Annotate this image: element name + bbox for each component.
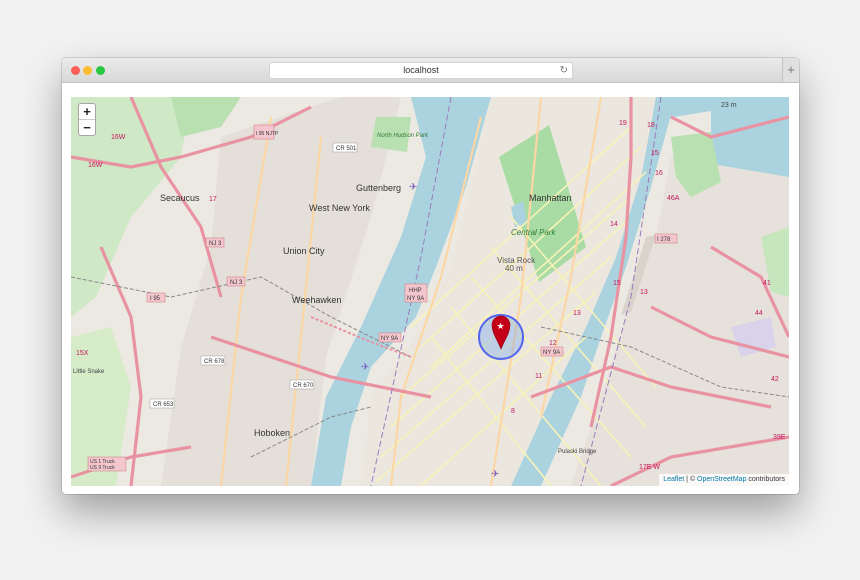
num-19: 19 [619, 120, 627, 127]
airplane-icon: ✈ [409, 182, 417, 193]
exit-16w-2: 16W [88, 162, 103, 169]
exit-46a: 46A [667, 195, 680, 202]
label-secaucus: Secaucus [160, 193, 200, 203]
new-tab-button[interactable]: + [782, 58, 799, 82]
num-8: 8 [511, 408, 515, 415]
attribution-separator: | © [684, 476, 698, 483]
close-window-button[interactable] [71, 66, 80, 75]
label-west-new-york: West New York [309, 203, 370, 213]
label-elev-23: 23 m [721, 102, 737, 109]
label-pulaski-bridge: Pulaski Bridge [558, 449, 597, 455]
shield-i95: I 95 [150, 296, 161, 302]
shield-ny9a-2: NY 9A [381, 336, 398, 342]
label-union-city: Union City [283, 246, 325, 256]
airplane-icon: ✈ [361, 362, 369, 373]
address-text: localhost [403, 65, 439, 75]
exit-16w: 16W [111, 134, 126, 141]
label-manhattan: Manhattan [529, 193, 572, 203]
shield-cr670: CR 670 [293, 383, 314, 389]
label-weehawken: Weehawken [292, 295, 341, 305]
shield-nj3-b: NJ 3 [230, 280, 243, 286]
shield-ny9a-3: NY 9A [543, 350, 560, 356]
shield-us9: US 9 Truck [90, 465, 115, 471]
attribution-suffix: contributors [746, 476, 785, 483]
exit-44: 44 [755, 310, 763, 317]
exit-42: 42 [771, 376, 779, 383]
num-13: 13 [573, 310, 581, 317]
openstreetmap-link[interactable]: OpenStreetMap [697, 476, 746, 483]
maximize-window-button[interactable] [96, 66, 105, 75]
exit-39: 39E [773, 434, 786, 441]
shield-hhp: HHP [409, 288, 422, 294]
shield-cr678: CR 678 [204, 359, 225, 365]
map-tiles: Secaucus Guttenberg West New York Union … [71, 97, 789, 486]
label-central-park: Central Park [511, 228, 556, 237]
num-41: 41 [763, 280, 771, 287]
airplane-icon: ✈ [491, 469, 499, 480]
num-11: 11 [535, 373, 542, 380]
zoom-out-button[interactable]: − [79, 120, 95, 135]
shield-cr501: CR 501 [336, 146, 357, 152]
map-view[interactable]: Secaucus Guttenberg West New York Union … [71, 97, 789, 486]
num-14: 14 [610, 221, 618, 228]
exit-17e: 17E W [639, 464, 660, 471]
reload-icon[interactable]: ↻ [560, 63, 568, 78]
num-18: 18 [647, 122, 655, 129]
shield-i278: I 278 [657, 237, 671, 243]
num-15: 15 [651, 150, 659, 157]
title-bar: localhost ↻ + [62, 58, 799, 83]
star-icon: ★ [497, 321, 505, 331]
num-15b: 15 [613, 280, 621, 287]
shield-nj3-a: NJ 3 [209, 241, 222, 247]
address-bar[interactable]: localhost ↻ [269, 62, 573, 79]
label-north-hudson-park: North Hudson Park [377, 133, 429, 139]
shield-cr653: CR 653 [153, 402, 174, 408]
zoom-control: + − [78, 103, 96, 136]
browser-window: localhost ↻ + Secaucus Guttenberg West N… [62, 58, 799, 494]
leaflet-link[interactable]: Leaflet [663, 476, 684, 483]
exit-17: 17 [209, 196, 217, 203]
attribution: Leaflet | © OpenStreetMap contributors [659, 474, 789, 486]
label-little-snake: Little Snake [73, 369, 105, 375]
minimize-window-button[interactable] [83, 66, 92, 75]
label-vista-rock-elev: 40 m [505, 264, 523, 273]
label-guttenberg: Guttenberg [356, 183, 401, 193]
num-13b: 13 [640, 289, 648, 296]
num-16: 16 [655, 170, 663, 177]
shield-ny9a: NY 9A [407, 296, 424, 302]
shield-i95-nj: I 95 NJTP [256, 131, 279, 137]
num-12: 12 [549, 340, 557, 347]
label-hoboken: Hoboken [254, 428, 290, 438]
exit-15x: 15X [76, 350, 89, 357]
zoom-in-button[interactable]: + [79, 104, 95, 120]
